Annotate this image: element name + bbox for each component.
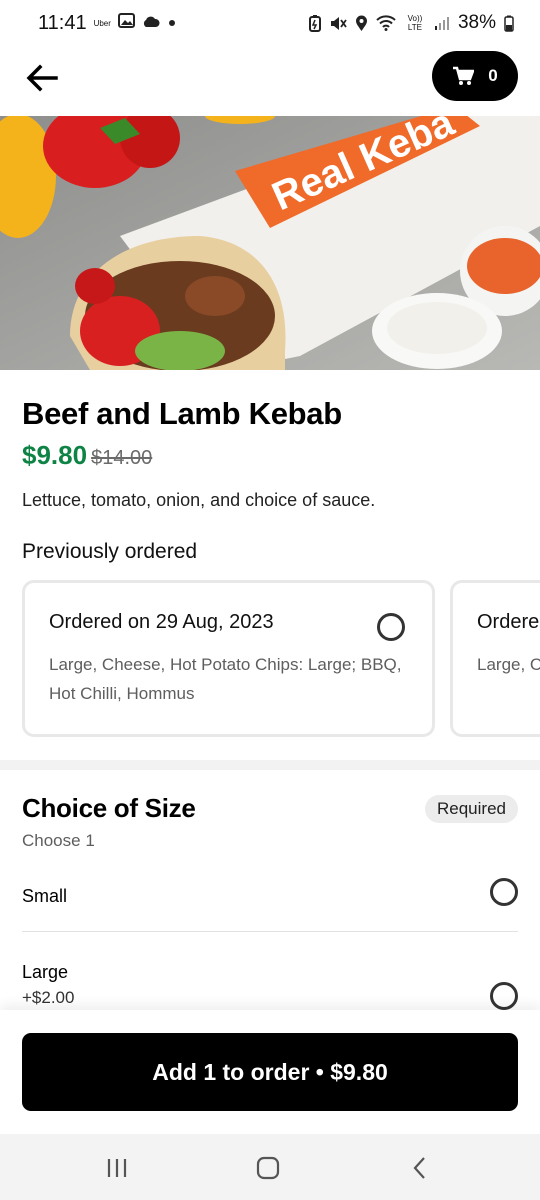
status-bar: 11:41 Uber Vo)) LTE 38% bbox=[0, 0, 540, 46]
size-option-label: Small bbox=[22, 886, 68, 906]
lte-label: Vo)) LTE bbox=[407, 14, 423, 32]
cart-button[interactable]: 0 bbox=[432, 51, 518, 101]
nav-back-icon bbox=[413, 1157, 425, 1179]
item-description: Lettuce, tomato, onion, and choice of sa… bbox=[22, 490, 376, 510]
battery-saver-icon bbox=[308, 14, 321, 32]
mute-icon bbox=[329, 15, 347, 32]
size-section-title: Choice of Size bbox=[22, 793, 196, 823]
wifi-icon bbox=[376, 15, 396, 31]
previous-order-date: Ordered on 29 Aug, 2023 bbox=[49, 611, 274, 633]
price-row: $9.80 $14.00 bbox=[22, 440, 152, 471]
status-time: 11:41 bbox=[38, 11, 87, 34]
home-button[interactable] bbox=[253, 1154, 283, 1182]
previous-order-radio[interactable] bbox=[377, 613, 405, 641]
bottom-panel: Add 1 to order • $9.80 bbox=[0, 1010, 540, 1134]
battery-percent: 38% bbox=[457, 12, 496, 33]
gallery-icon bbox=[117, 12, 135, 34]
previous-order-details: Large, Cheese, Hot Potato Chips: Large; … bbox=[49, 655, 402, 703]
location-icon bbox=[355, 15, 368, 32]
item-hero-image: Real Keba bbox=[0, 116, 540, 370]
item-title: Beef and Lamb Kebab bbox=[22, 396, 342, 431]
size-option-price: +$2.00 bbox=[22, 988, 75, 1007]
system-nav-bar bbox=[0, 1134, 540, 1200]
cart-icon bbox=[453, 66, 475, 85]
status-app-label: Uber bbox=[93, 18, 111, 28]
previous-orders-carousel[interactable]: Ordered on 29 Aug, 2023 Large, Cheese, H… bbox=[22, 580, 540, 740]
section-divider bbox=[0, 760, 540, 770]
cloud-icon bbox=[142, 12, 160, 34]
back-button[interactable] bbox=[22, 58, 62, 98]
size-option-large[interactable]: Large +$2.00 bbox=[22, 958, 518, 1018]
previous-order-details: Large, C bbox=[477, 655, 540, 674]
choose-note: Choose 1 bbox=[22, 831, 95, 850]
signal-icon bbox=[434, 15, 450, 31]
arrow-left-icon bbox=[26, 64, 58, 92]
size-option-small[interactable]: Small bbox=[22, 872, 518, 932]
recent-apps-button[interactable] bbox=[102, 1154, 132, 1182]
item-original-price: $14.00 bbox=[91, 447, 153, 469]
cart-count: 0 bbox=[488, 66, 498, 85]
battery-icon bbox=[504, 15, 514, 32]
item-price: $9.80 bbox=[22, 440, 88, 470]
top-bar: 0 bbox=[0, 46, 540, 116]
dot-icon bbox=[167, 12, 177, 34]
size-option-radio[interactable] bbox=[490, 878, 518, 906]
previously-ordered-title: Previously ordered bbox=[22, 540, 198, 563]
add-to-order-button[interactable]: Add 1 to order • $9.80 bbox=[22, 1033, 518, 1111]
required-badge: Required bbox=[425, 795, 518, 823]
size-option-radio[interactable] bbox=[490, 982, 518, 1010]
size-option-label: Large bbox=[22, 962, 69, 982]
previous-order-card[interactable]: Ordere Large, C bbox=[450, 580, 540, 737]
previous-order-date: Ordere bbox=[477, 611, 540, 633]
previous-order-card[interactable]: Ordered on 29 Aug, 2023 Large, Cheese, H… bbox=[22, 580, 435, 737]
home-icon bbox=[256, 1156, 280, 1180]
recent-apps-icon bbox=[107, 1159, 127, 1177]
nav-back-button[interactable] bbox=[405, 1154, 435, 1182]
